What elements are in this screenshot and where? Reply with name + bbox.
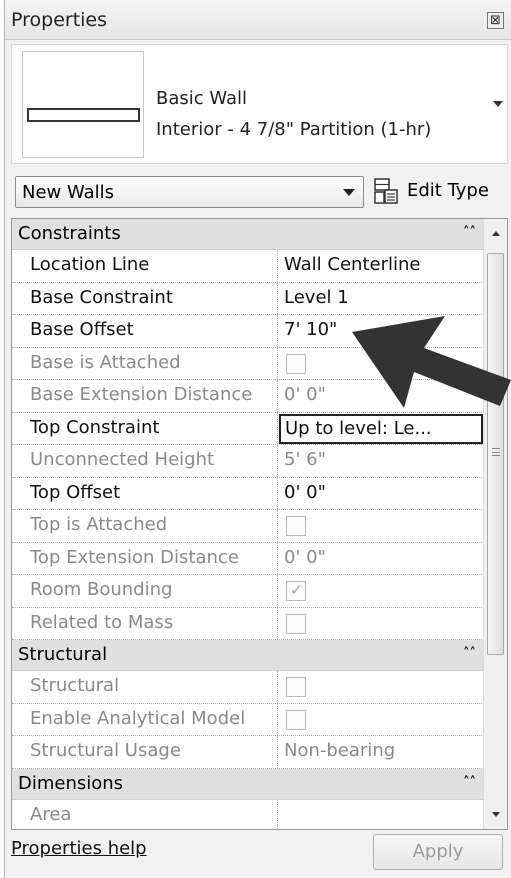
param-row-enable-analytical-model: Enable Analytical Model [12,703,484,736]
param-row-base-offset[interactable]: Base Offset 7' 10" [12,315,484,348]
group-label: Structural [18,644,108,665]
param-name: Top is Attached [30,514,168,535]
edit-type-label: Edit Type [407,180,489,201]
column-divider [277,607,278,639]
param-checkbox [286,516,306,536]
palette-footer: Properties help Apply [5,830,511,878]
column-divider [277,445,278,477]
column-divider [277,799,278,829]
type-family-name: Basic Wall [156,88,248,109]
param-row-top-offset[interactable]: Top Offset 0' 0" [12,477,484,510]
type-name: Interior - 4 7/8" Partition (1-hr) [156,119,432,140]
param-value: 0' 0" [284,546,326,568]
param-checkbox [286,613,306,634]
type-selector[interactable]: Basic Wall Interior - 4 7/8" Partition (… [11,44,508,164]
column-divider [277,703,278,735]
column-divider [277,477,278,509]
type-dropdown-arrow-icon[interactable] [493,101,503,107]
param-row-base-extension-distance: Base Extension Distance 0' 0" [12,380,484,413]
param-name: Base Offset [30,319,134,340]
param-row-structural: Structural [12,671,484,704]
instance-filter-value: New Walls [22,182,115,203]
param-row-structural-usage: Structural Usage Non-bearing [12,736,484,769]
wall-preview-icon [27,108,140,122]
param-row-area: Area [12,799,484,829]
column-divider [277,412,278,444]
grip-icon [492,448,500,456]
param-row-unconnected-height: Unconnected Height 5' 6" [12,445,484,478]
param-name: Structural Usage [30,740,181,761]
column-divider [277,315,278,347]
dropdown-arrow-icon [343,189,355,196]
top-constraint-editor[interactable]: Up to level: Le... [279,413,483,444]
palette-title: Properties [11,9,108,31]
param-name: Room Bounding [30,579,173,600]
group-header-structural[interactable]: Structural ˄˄ [12,640,484,671]
param-name: Top Extension Distance [30,546,239,568]
column-divider [277,510,278,542]
group-header-constraints[interactable]: Constraints ˄˄ [12,219,484,250]
instance-filter-dropdown[interactable]: New Walls [15,176,364,208]
column-divider [277,671,278,703]
properties-palette: Properties ⊠ Basic Wall Interior - 4 7/8… [4,0,511,878]
param-value[interactable]: Wall Centerline [284,254,420,275]
close-icon[interactable]: ⊠ [487,12,504,29]
param-row-related-to-mass: Related to Mass [12,607,484,640]
instance-filter-row: New Walls Edit Type [5,170,511,214]
vertical-scrollbar[interactable] [483,219,507,829]
scroll-thumb[interactable] [487,253,504,655]
param-checkbox [286,353,306,374]
scroll-up-arrow-icon[interactable] [492,231,500,236]
collapse-chevron-icon[interactable]: ˄˄ [463,646,476,661]
param-value[interactable]: 7' 10" [284,319,337,340]
group-header-dimensions[interactable]: Dimensions ˄˄ [12,768,484,800]
column-divider [277,380,278,412]
param-value: 5' 6" [284,449,326,470]
title-bar[interactable]: Properties ⊠ [5,0,511,40]
param-name: Base Extension Distance [30,384,253,405]
param-row-top-constraint[interactable]: Top Constraint Up to level: Le... [12,412,484,445]
param-name: Location Line [30,254,150,275]
param-row-room-bounding: Room Bounding [12,575,484,608]
param-checkbox [286,677,306,697]
param-value[interactable]: 0' 0" [284,482,326,503]
column-divider [277,347,278,379]
param-value: Non-bearing [284,740,396,761]
param-name: Related to Mass [30,611,174,633]
param-row-top-is-attached: Top is Attached [12,510,484,543]
param-value[interactable]: Level 1 [284,287,349,308]
properties-grid[interactable]: Constraints ˄˄ Location Line Wall Center… [11,218,508,830]
param-row-base-is-attached: Base is Attached [12,347,484,380]
apply-button[interactable]: Apply [373,834,503,870]
param-row-top-extension-distance: Top Extension Distance 0' 0" [12,542,484,575]
param-name: Area [30,803,72,825]
param-name: Unconnected Height [30,449,215,470]
param-name: Top Constraint [30,416,160,438]
edit-type-icon [374,178,398,204]
properties-help-link[interactable]: Properties help [11,838,147,859]
param-name: Base Constraint [30,286,173,308]
param-value[interactable]: Up to level: Le... [285,418,432,439]
type-preview-image [22,51,144,158]
param-name: Top Offset [30,481,121,503]
param-name: Enable Analytical Model [30,707,246,729]
column-divider [277,575,278,607]
param-value: 0' 0" [284,384,326,405]
group-label: Constraints [18,223,121,244]
scroll-down-arrow-icon[interactable] [492,812,500,817]
param-row-location-line[interactable]: Location Line Wall Centerline [12,250,484,283]
param-row-base-constraint[interactable]: Base Constraint Level 1 [12,282,484,315]
column-divider [277,736,278,768]
collapse-chevron-icon[interactable]: ˄˄ [463,775,476,790]
column-divider [277,282,278,314]
param-checkbox [286,709,306,730]
param-name: Structural [30,675,120,696]
param-checkbox [286,581,306,601]
properties-table: Constraints ˄˄ Location Line Wall Center… [12,219,484,829]
collapse-chevron-icon[interactable]: ˄˄ [463,225,476,240]
column-divider [277,250,278,282]
group-label: Dimensions [18,772,124,794]
param-name: Base is Attached [30,351,181,373]
column-divider [277,542,278,574]
